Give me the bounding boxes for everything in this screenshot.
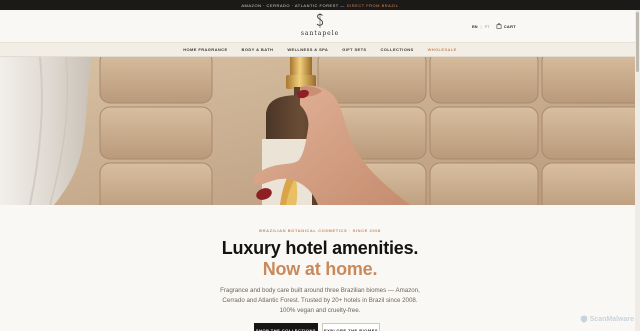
announcement-text: AMAZON · CERRADO · ATLANTIC FOREST — xyxy=(241,2,345,8)
hero-eyebrow: BRAZILIAN BOTANICAL COSMETICS · SINCE 20… xyxy=(259,228,381,233)
nav-body-bath[interactable]: BODY & BATH xyxy=(235,47,281,52)
main-nav: HOME FRAGRANCE BODY & BATH WELLNESS & SP… xyxy=(0,42,640,57)
language-en[interactable]: EN xyxy=(472,24,478,29)
explore-biomes-button[interactable]: EXPLORE THE BIOMES xyxy=(322,323,380,331)
nav-collections[interactable]: COLLECTIONS xyxy=(374,47,421,52)
scrollbar-thumb[interactable] xyxy=(636,12,639,72)
shop-collections-button[interactable]: SHOP THE COLLECTIONS xyxy=(254,323,318,331)
nav-home-fragrance[interactable]: HOME FRAGRANCE xyxy=(176,47,234,52)
brand-logo[interactable]: santapele xyxy=(0,12,640,37)
hero-description: Fragrance and body care built around thr… xyxy=(220,287,420,314)
hero-title: Luxury hotel amenities. xyxy=(221,238,419,258)
nav-wholesale[interactable]: WHOLESALE xyxy=(421,47,464,52)
hero-image xyxy=(0,57,640,205)
scrollbar[interactable] xyxy=(635,10,640,331)
announcement-bar: AMAZON · CERRADO · ATLANTIC FOREST — DIR… xyxy=(0,0,640,10)
header-actions: EN | PT CART xyxy=(472,23,516,29)
language-pt[interactable]: PT xyxy=(485,24,490,29)
shield-icon xyxy=(580,315,587,323)
announcement-highlight[interactable]: DIRECT FROM BRAZIL xyxy=(347,3,399,8)
nav-gift-sets[interactable]: GIFT SETS xyxy=(335,47,373,52)
watermark: ScanMalware xyxy=(580,315,634,323)
s-monogram-icon xyxy=(316,13,324,28)
cart-label: CART xyxy=(503,23,516,29)
hero-content: BRAZILIAN BOTANICAL COSMETICS · SINCE 20… xyxy=(0,205,640,331)
watermark-text: ScanMalware xyxy=(589,315,634,323)
bag-icon xyxy=(496,23,502,29)
nav-wellness-spa[interactable]: WELLNESS & SPA xyxy=(280,47,335,52)
brand-name: santapele xyxy=(300,30,340,37)
language-divider: | xyxy=(480,23,482,29)
cart-button[interactable]: CART xyxy=(496,23,516,29)
site-header: santapele EN | PT CART xyxy=(0,10,640,42)
hero-subtitle: Now at home. xyxy=(262,259,378,279)
hero-photo xyxy=(0,57,640,205)
